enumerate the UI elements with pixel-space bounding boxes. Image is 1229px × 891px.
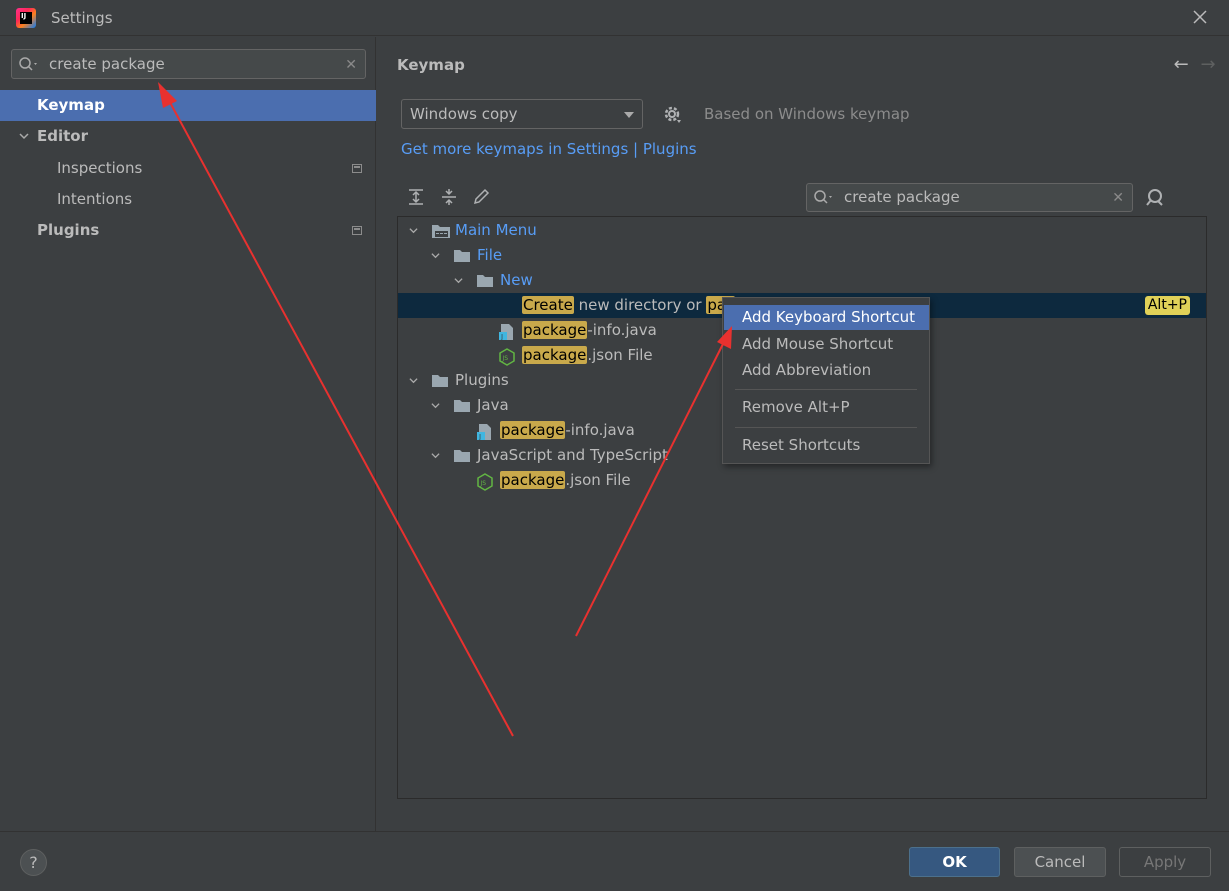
- settings-sidebar: create package ✕ Keymap Editor Inspectio…: [0, 37, 376, 831]
- tree-label: Create new directory or pac: [522, 296, 736, 314]
- nodejs-icon: JS: [477, 473, 493, 491]
- folder-icon: [432, 375, 448, 387]
- search-icon[interactable]: [18, 56, 40, 74]
- settings-search-value: create package: [49, 55, 165, 73]
- sidebar-item-inspections[interactable]: Inspections: [0, 153, 376, 184]
- folder-icon: [477, 275, 493, 287]
- context-menu: Add Keyboard Shortcut Add Mouse Shortcut…: [722, 297, 930, 464]
- chevron-down-icon[interactable]: [409, 226, 418, 235]
- menu-item-remove-shortcut[interactable]: Remove Alt+P: [724, 395, 929, 420]
- find-by-shortcut-icon[interactable]: [1145, 188, 1167, 208]
- based-on-label: Based on Windows keymap: [704, 105, 910, 123]
- help-button[interactable]: ?: [20, 849, 47, 876]
- keymap-dropdown[interactable]: Windows copy: [401, 99, 643, 129]
- chevron-down-icon: [624, 112, 634, 118]
- apply-button[interactable]: Apply: [1119, 847, 1211, 877]
- tree-label: Java: [477, 396, 509, 414]
- svg-text:J: J: [478, 433, 481, 441]
- chevron-down-icon[interactable]: [431, 451, 440, 460]
- svg-text:J: J: [500, 333, 503, 341]
- tree-label: package.json File: [522, 346, 653, 364]
- get-more-keymaps-link[interactable]: Get more keymaps in Settings | Plugins: [401, 140, 697, 158]
- tree-label: package-info.java: [522, 321, 657, 339]
- keymap-search-value: create package: [844, 188, 960, 206]
- svg-text:JS: JS: [502, 355, 509, 362]
- folder-icon: [454, 400, 470, 412]
- folder-icon: [454, 250, 470, 262]
- java-file-icon: J: [499, 324, 513, 341]
- chevron-down-icon[interactable]: [431, 401, 440, 410]
- chevron-down-icon[interactable]: [431, 251, 440, 260]
- sidebar-item-plugins[interactable]: Plugins: [0, 215, 376, 246]
- forward-arrow-icon[interactable]: →: [1197, 54, 1219, 75]
- chevron-down-icon[interactable]: [454, 276, 463, 285]
- sidebar-item-label: Plugins: [37, 221, 100, 239]
- ok-button[interactable]: OK: [909, 847, 1000, 877]
- sidebar-item-label: Intentions: [57, 190, 133, 208]
- clear-search-icon[interactable]: ✕: [345, 57, 357, 73]
- tree-label: package-info.java: [500, 421, 635, 439]
- svg-text:JS: JS: [480, 480, 487, 487]
- chevron-down-icon[interactable]: [409, 376, 418, 385]
- tree-row-js-package-json[interactable]: JS package.json File: [398, 468, 1206, 493]
- chevron-down-icon[interactable]: [19, 132, 29, 140]
- expand-all-icon[interactable]: [407, 188, 425, 206]
- tree-label: New: [500, 271, 533, 289]
- history-nav: ← →: [1170, 54, 1219, 75]
- sidebar-item-intentions[interactable]: Intentions: [0, 184, 376, 215]
- menu-folder-icon: [432, 225, 450, 238]
- shortcut-badge: Alt+P: [1144, 296, 1190, 315]
- menu-separator: [735, 427, 917, 428]
- menu-item-add-mouse-shortcut[interactable]: Add Mouse Shortcut: [724, 332, 929, 357]
- collapse-all-icon[interactable]: [440, 188, 458, 206]
- sidebar-item-label: Inspections: [57, 159, 143, 177]
- keymap-dropdown-value: Windows copy: [410, 105, 518, 123]
- project-settings-icon: [352, 164, 362, 173]
- keymap-search-input[interactable]: create package ✕: [806, 183, 1133, 212]
- edit-pencil-icon[interactable]: [472, 188, 490, 206]
- gear-icon[interactable]: [662, 104, 682, 124]
- tree-label: Main Menu: [455, 221, 537, 239]
- menu-item-add-keyboard-shortcut[interactable]: Add Keyboard Shortcut: [724, 305, 929, 330]
- menu-item-reset-shortcuts[interactable]: Reset Shortcuts: [724, 433, 929, 458]
- tree-row-file[interactable]: File: [398, 243, 1206, 268]
- clear-search-icon[interactable]: ✕: [1112, 190, 1124, 206]
- project-settings-icon: [352, 226, 362, 235]
- tree-row-main-menu[interactable]: Main Menu: [398, 218, 1206, 243]
- tree-label: File: [477, 246, 503, 264]
- settings-search-input[interactable]: create package ✕: [11, 49, 366, 79]
- sidebar-item-label: Editor: [37, 127, 88, 145]
- dialog-footer: ? OK Cancel Apply: [0, 831, 1229, 891]
- java-file-icon: J: [477, 424, 491, 441]
- window-title: Settings: [51, 9, 113, 27]
- section-title: Keymap: [397, 56, 465, 74]
- search-icon[interactable]: [813, 189, 835, 207]
- folder-icon: [454, 450, 470, 462]
- menu-item-add-abbreviation[interactable]: Add Abbreviation: [724, 358, 929, 383]
- sidebar-item-editor[interactable]: Editor: [0, 121, 376, 152]
- tree-label: JavaScript and TypeScript: [477, 446, 668, 464]
- intellij-logo-icon: IJ: [16, 8, 36, 28]
- sidebar-item-keymap[interactable]: Keymap: [0, 90, 376, 121]
- title-bar: IJ Settings: [0, 0, 1229, 36]
- menu-separator: [735, 389, 917, 390]
- close-icon[interactable]: [1191, 8, 1209, 26]
- tree-row-new[interactable]: New: [398, 268, 1206, 293]
- tree-label: package.json File: [500, 471, 631, 489]
- sidebar-item-label: Keymap: [37, 96, 105, 114]
- back-arrow-icon[interactable]: ←: [1170, 54, 1192, 75]
- cancel-button[interactable]: Cancel: [1014, 847, 1106, 877]
- nodejs-icon: JS: [499, 348, 515, 366]
- tree-label: Plugins: [455, 371, 509, 389]
